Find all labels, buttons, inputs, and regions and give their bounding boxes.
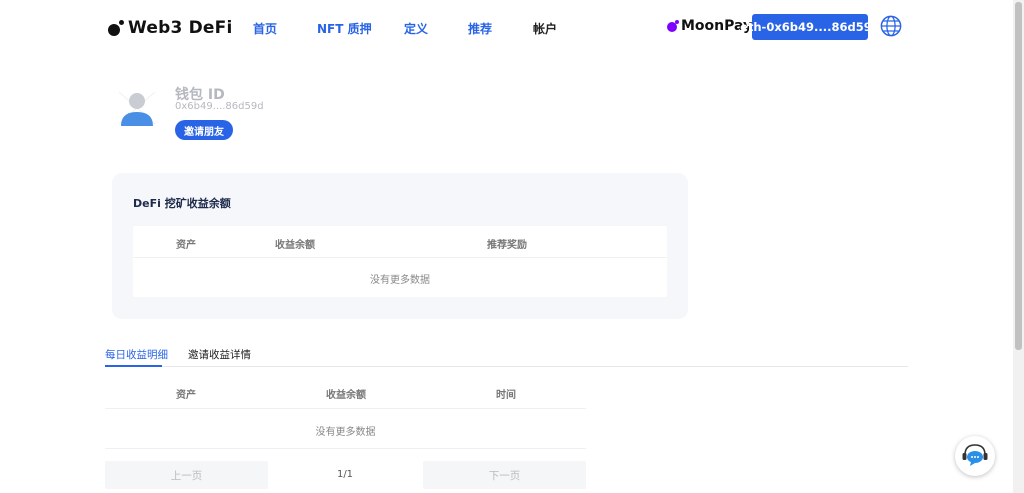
column-header-referral-reward: 推荐奖励 (487, 240, 527, 251)
nav-referral[interactable]: 推荐 (468, 20, 492, 37)
logo[interactable]: Web3 DeFi (108, 18, 232, 38)
card-title: DeFi 挖矿收益余额 (133, 197, 231, 210)
avatar-icon (118, 91, 156, 126)
invite-friends-button[interactable]: 邀请朋友 (175, 120, 233, 140)
column-header-time: 时间 (496, 390, 516, 401)
previous-page-button[interactable]: 上一页 (105, 461, 268, 489)
column-header-balance: 收益余额 (326, 390, 366, 401)
defi-mining-balance-card: DeFi 挖矿收益余额 资产 收益余额 推荐奖励 没有更多数据 (112, 173, 688, 319)
divider (105, 408, 586, 409)
account-page: Web3 DeFi 首页 NFT 质押 定义 推荐 帐户 MoonPay eth… (0, 0, 1024, 493)
tab-daily-earnings[interactable]: 每日收益明细 (105, 347, 168, 362)
nav-definition[interactable]: 定义 (404, 20, 428, 37)
support-chat-button[interactable] (955, 436, 995, 476)
active-tab-indicator (105, 365, 162, 367)
column-header-balance: 收益余额 (275, 240, 315, 251)
column-header-asset: 资产 (176, 390, 196, 401)
logo-text: Web3 DeFi (128, 18, 233, 38)
page-scrollbar[interactable] (1013, 0, 1024, 493)
divider (133, 257, 667, 258)
wallet-address-text: 0x6b49....86d59d (175, 101, 264, 112)
mining-balance-table: 资产 收益余额 推荐奖励 没有更多数据 (133, 226, 667, 297)
page-indicator: 1/1 (336, 469, 354, 480)
globe-icon[interactable] (880, 15, 902, 37)
tabs-divider (105, 366, 908, 367)
scrollbar-thumb[interactable] (1015, 2, 1022, 350)
logo-icon (108, 20, 124, 36)
empty-state-text: 没有更多数据 (315, 427, 376, 438)
chat-support-icon (962, 444, 988, 466)
tab-invite-earnings[interactable]: 邀请收益详情 (188, 347, 251, 362)
nav-account[interactable]: 帐户 (533, 20, 557, 37)
next-page-button[interactable]: 下一页 (423, 461, 586, 489)
wallet-address-button[interactable]: eth-0x6b49....86d59d (740, 14, 880, 40)
moonpay-icon (667, 20, 679, 32)
nav-home[interactable]: 首页 (253, 20, 277, 37)
column-header-asset: 资产 (176, 240, 196, 251)
nav-nft-staking[interactable]: NFT 质押 (317, 20, 372, 37)
empty-state-text: 没有更多数据 (370, 275, 430, 286)
divider (105, 448, 586, 449)
